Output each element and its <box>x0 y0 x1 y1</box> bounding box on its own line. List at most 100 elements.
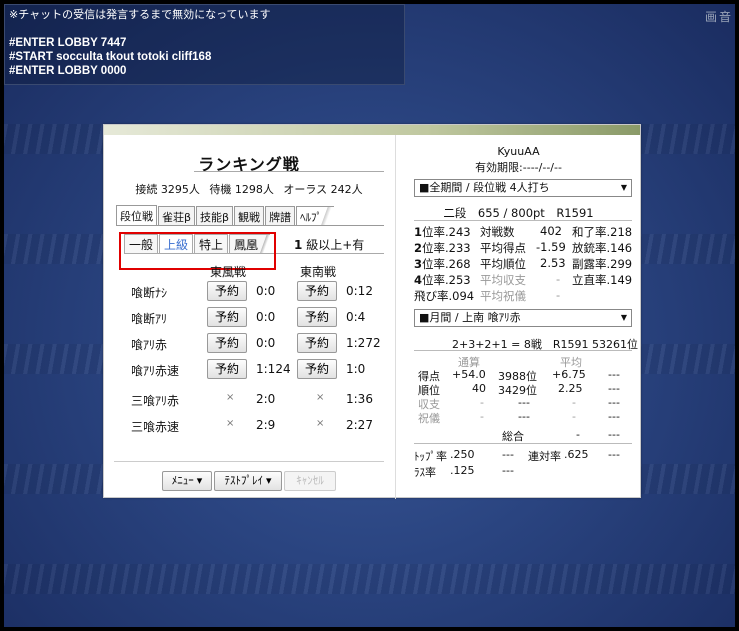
top-rate-rank: --- <box>502 448 514 461</box>
avg-balance-label: 平均収支 <box>480 273 526 287</box>
chevron-down-icon: ▼ <box>620 183 627 192</box>
last-rate-rank: --- <box>502 464 514 477</box>
player-stats-pane: KyuuAA 有効期限:----/--/-- ■全期間 / 段位戦 4人打ち ▼… <box>395 135 640 499</box>
table-row: 喰ｱﾘ赤 予約 0:0 予約 1:272 <box>104 333 394 355</box>
reserve-south-button[interactable]: 予約 <box>297 359 337 379</box>
tab-watch[interactable]: 観戦 <box>234 206 265 225</box>
main-tabs: 段位戦 雀荘β 技能β 観戦 牌譜 ﾍﾙﾌﾟ <box>116 205 335 225</box>
reserve-east-button[interactable]: 予約 <box>207 307 247 327</box>
stat-avg-rank: --- <box>608 368 620 381</box>
test-play-button[interactable]: ﾃｽﾄﾌﾟﾚｲ ▾ <box>214 471 282 491</box>
avg-rank-label: 平均順位 <box>480 257 526 271</box>
rule-name: 喰ｱﾘ赤速 <box>131 364 180 378</box>
month-divider <box>414 350 632 351</box>
south-count: 0:12 <box>346 284 373 298</box>
stats-divider <box>414 220 632 221</box>
tab-skill[interactable]: 技能β <box>196 206 234 225</box>
player-counts: 接続 3295人 待機 1298人 オーラス 242人 <box>104 181 394 197</box>
avg-balance-value: - <box>556 272 561 286</box>
rule-name: 喰断ｱﾘ <box>131 312 168 326</box>
stat-avg: 2.25 <box>558 382 583 395</box>
unavailable-mark: × <box>226 392 235 403</box>
expiry-date: 有効期限:----/--/-- <box>475 161 562 174</box>
stat-avg-rank: --- <box>608 382 620 395</box>
south-game-header: 東南戦 <box>300 265 337 279</box>
all-last-count: オーラス 242人 <box>283 183 363 196</box>
reserve-east-button[interactable]: 予約 <box>207 359 247 379</box>
reserve-south-button[interactable]: 予約 <box>297 281 337 301</box>
ranking-pane: ランキング戦 接続 3295人 待機 1298人 オーラス 242人 段位戦 雀… <box>104 135 394 499</box>
avg-points-label: 平均得点 <box>480 241 526 255</box>
rule-name: 三喰赤速 <box>131 420 180 434</box>
stat-avg-rank: --- <box>608 410 620 423</box>
stat-total: +54.0 <box>452 368 486 381</box>
avg-rank-value: 2.53 <box>540 256 566 270</box>
second-place-rate: 2位率.233 <box>414 241 471 255</box>
top-rate-label: ﾄｯﾌﾟ率 <box>414 450 447 463</box>
unavailable-mark: × <box>316 418 325 429</box>
table-row: 喰ｱﾘ赤速 予約 1:124 予約 1:0 <box>104 359 394 381</box>
tab-replays[interactable]: 牌譜 <box>265 206 296 225</box>
waiting-count: 待機 1298人 <box>209 183 274 196</box>
last-rate-value: .125 <box>450 464 475 477</box>
stat-total: - <box>480 410 484 423</box>
stat-rank: --- <box>518 410 530 423</box>
graphics-sound-toggles[interactable]: 画音 <box>705 8 733 25</box>
stat-rank: --- <box>518 396 530 409</box>
footer-divider <box>114 461 384 462</box>
win-rate: 和了率.218 <box>572 225 633 239</box>
east-count: 2:9 <box>256 418 276 432</box>
unavailable-mark: × <box>226 418 235 429</box>
last-rate-label: ﾗｽ率 <box>414 466 436 479</box>
rule-name: 喰ｱﾘ赤 <box>131 338 168 352</box>
rule-name: 三喰ｱﾘ赤 <box>131 394 180 408</box>
chat-log: ※チャットの受信は発言するまで無効になっています #ENTER LOBBY 74… <box>4 4 405 85</box>
south-count: 2:27 <box>346 418 373 432</box>
south-count: 1:0 <box>346 362 366 376</box>
stat-avg-rank: --- <box>608 396 620 409</box>
stat-label: 祝儀 <box>418 412 440 425</box>
top-two-rate-value: .625 <box>564 448 589 461</box>
reserve-south-button[interactable]: 予約 <box>297 307 337 327</box>
tab-help[interactable]: ﾍﾙﾌﾟ <box>296 206 335 225</box>
avg-bonus-label: 平均祝儀 <box>480 289 526 303</box>
unavailable-mark: × <box>316 392 325 403</box>
overall-label: 総合 <box>502 430 524 443</box>
top-rate-value: .250 <box>450 448 475 461</box>
east-count: 0:0 <box>256 310 276 324</box>
chevron-down-icon: ▼ <box>620 313 627 322</box>
panel-header-bar <box>104 125 640 135</box>
overall-avg-rank: --- <box>608 428 620 441</box>
table-row: 喰断ｱﾘ 予約 0:0 予約 0:4 <box>104 307 394 329</box>
fourth-place-rate: 4位率.253 <box>414 273 471 287</box>
bust-rate: 飛び率.094 <box>414 289 475 303</box>
cancel-button[interactable]: ｷｬﾝｾﾙ <box>284 471 336 491</box>
menu-button[interactable]: ﾒﾆｭｰ ▾ <box>162 471 212 491</box>
stat-avg: +6.75 <box>552 368 586 381</box>
reserve-east-button[interactable]: 予約 <box>207 281 247 301</box>
chat-line: #ENTER LOBBY 7447 <box>9 37 127 49</box>
top-two-rate-rank: --- <box>608 448 620 461</box>
tab-parlor[interactable]: 雀荘β <box>158 206 196 225</box>
chat-line: #START socculta tkout totoki cliff168 <box>9 51 212 63</box>
games-value: 402 <box>540 224 562 238</box>
third-place-rate: 3位率.268 <box>414 257 471 271</box>
title-divider <box>194 171 384 172</box>
reserve-south-button[interactable]: 予約 <box>297 333 337 353</box>
reserve-east-button[interactable]: 予約 <box>207 333 247 353</box>
connected-count: 接続 3295人 <box>135 183 200 196</box>
stat-total: - <box>480 396 484 409</box>
month-select[interactable]: ■月間 / 上南 喰ｱﾘ赤 ▼ <box>414 309 632 327</box>
avg-bonus-value: - <box>556 288 561 302</box>
period-select[interactable]: ■全期間 / 段位戦 4人打ち ▼ <box>414 179 632 197</box>
table-row: 三喰赤速 × 2:9 × 2:27 <box>104 415 394 437</box>
room-requirement: 1 級以上+有 <box>294 238 365 252</box>
avg-points-value: -1.59 <box>536 240 566 254</box>
deal-in-rate: 放銃率.146 <box>572 241 633 255</box>
username: KyuuAA <box>497 145 540 158</box>
tab-ranked[interactable]: 段位戦 <box>116 205 157 225</box>
east-count: 1:124 <box>256 362 291 376</box>
lobby-panel: ランキング戦 接続 3295人 待機 1298人 オーラス 242人 段位戦 雀… <box>103 124 641 499</box>
rule-name: 喰断ﾅｼ <box>131 286 168 300</box>
south-count: 0:4 <box>346 310 366 324</box>
